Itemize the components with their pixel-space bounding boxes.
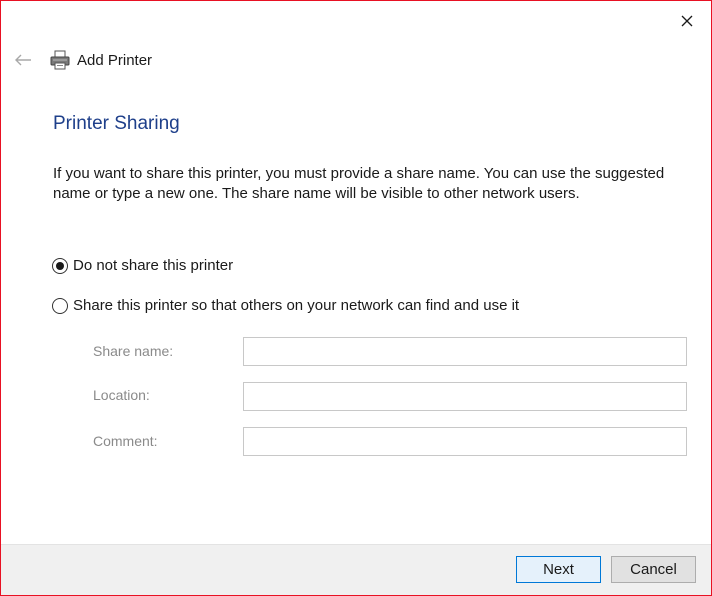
wizard-header: Add Printer — [49, 47, 152, 73]
close-button[interactable] — [671, 7, 703, 35]
wizard-title: Add Printer — [77, 51, 153, 69]
page-title: Printer Sharing — [53, 113, 180, 134]
radio-label-share-printer: Share this printer so that others on you… — [73, 297, 520, 314]
radio-button-unselected[interactable] — [52, 297, 68, 314]
next-button[interactable]: Next — [516, 556, 601, 583]
share-name-label: Share name: — [93, 343, 174, 359]
back-arrow-icon — [15, 54, 31, 66]
add-printer-window: Add Printer Printer Sharing If you want … — [0, 0, 712, 596]
share-name-input[interactable] — [243, 337, 687, 366]
printer-icon — [50, 50, 70, 70]
radio-label-do-not-share: Do not share this printer — [73, 257, 234, 274]
close-icon — [681, 15, 693, 27]
comment-input[interactable] — [243, 427, 687, 456]
location-label: Location: — [93, 387, 150, 403]
comment-label: Comment: — [93, 433, 158, 449]
wizard-footer: Next Cancel — [1, 544, 711, 595]
cancel-button[interactable]: Cancel — [611, 556, 696, 583]
radio-share-printer[interactable]: Share this printer so that others on you… — [52, 297, 519, 314]
back-button[interactable] — [11, 49, 35, 71]
location-input[interactable] — [243, 382, 687, 411]
radio-button-selected[interactable] — [52, 257, 68, 274]
page-description: If you want to share this printer, you m… — [53, 165, 665, 202]
radio-do-not-share[interactable]: Do not share this printer — [52, 257, 233, 274]
